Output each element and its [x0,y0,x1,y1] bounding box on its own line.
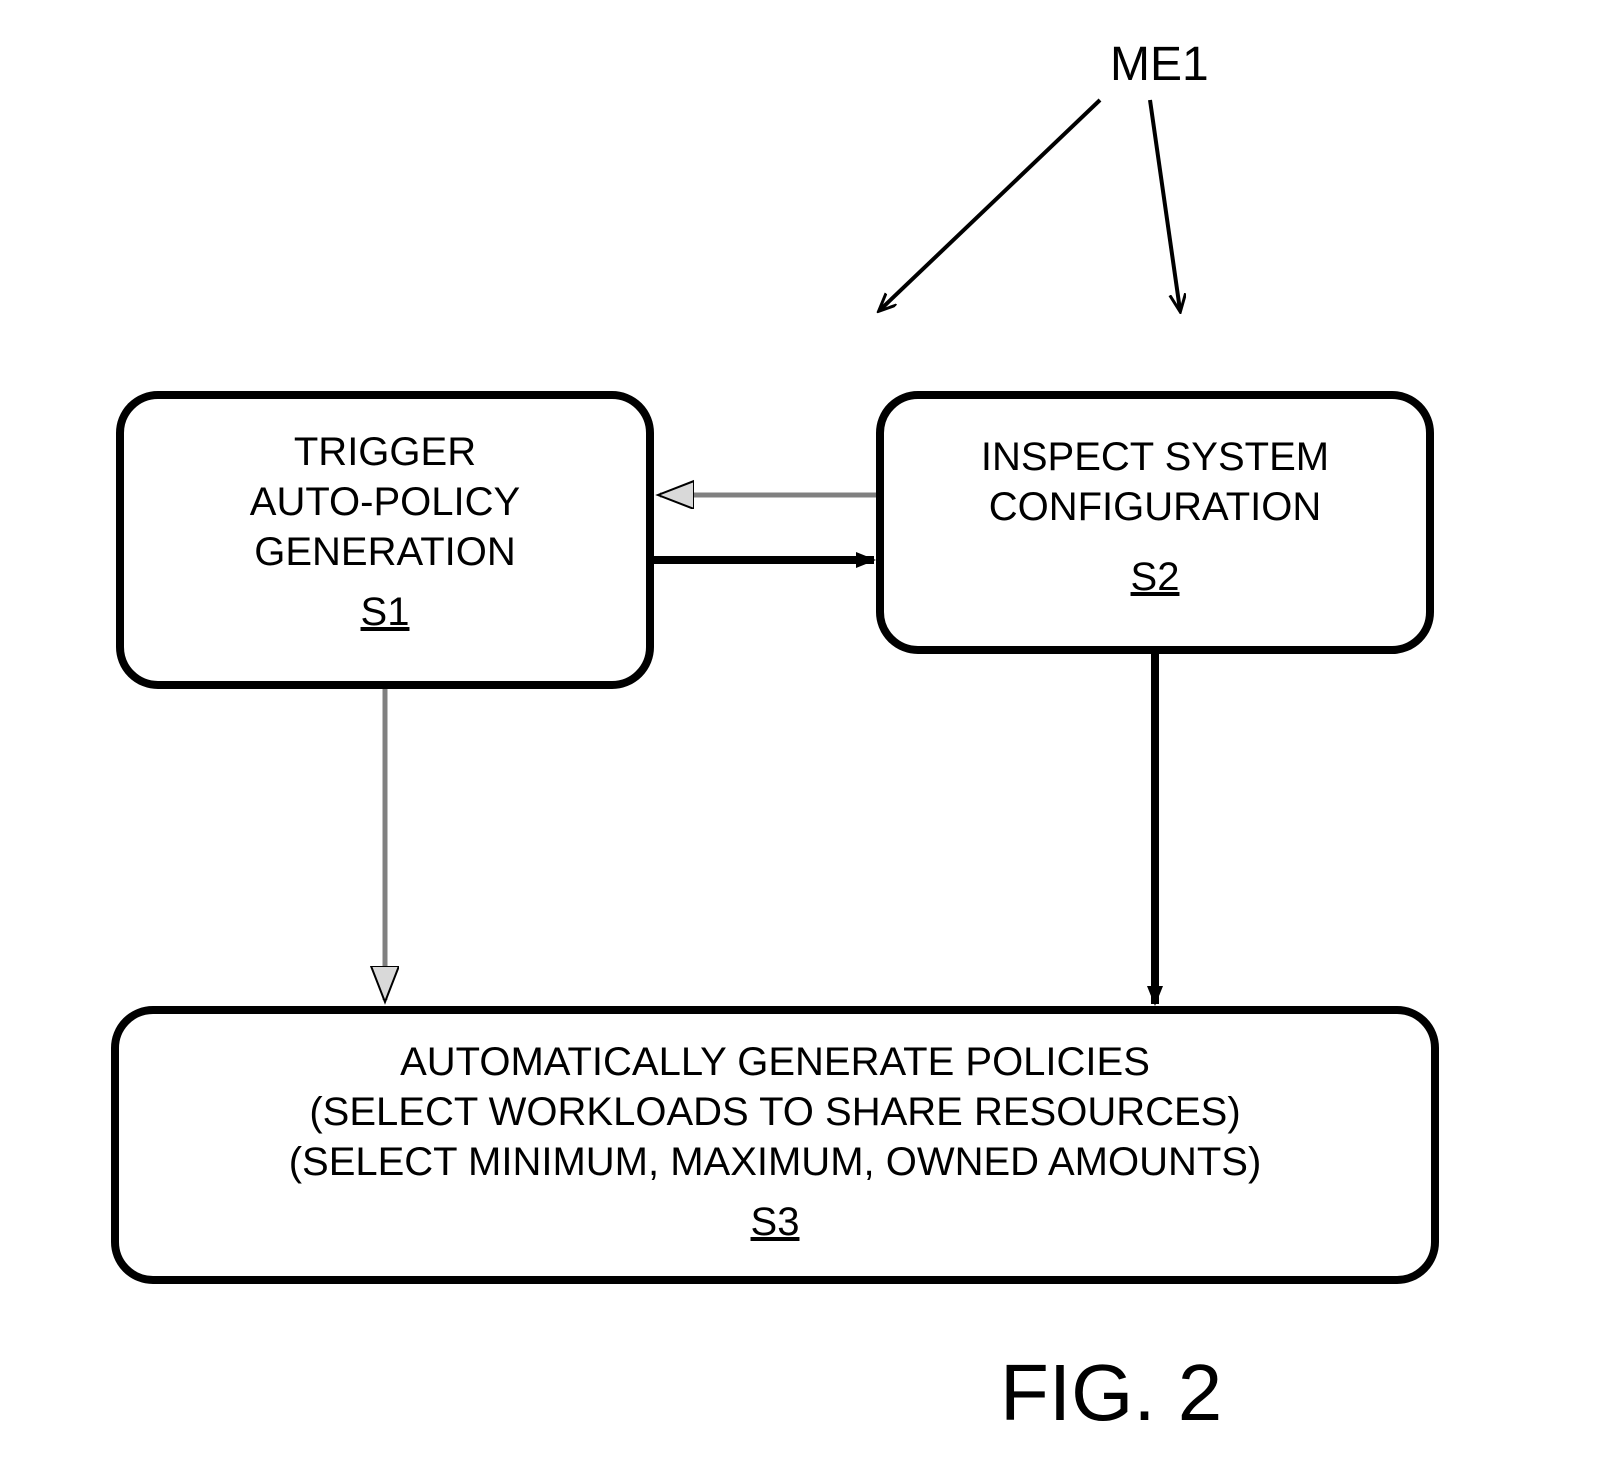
figure-label: FIG. 2 [1000,1348,1222,1437]
arrow-me1-left [880,100,1100,310]
box2-id: S2 [1131,555,1180,599]
box1-line1: TRIGGER [294,430,476,474]
box3-line2: (SELECT WORKLOADS TO SHARE RESOURCES) [309,1090,1240,1134]
label-me1: ME1 [1110,38,1209,91]
box3-line1: AUTOMATICALLY GENERATE POLICIES [400,1040,1150,1084]
box2-line1: INSPECT SYSTEM [981,435,1329,479]
arrow-me1-right [1150,100,1180,310]
diagram-canvas: ME1 TRIGGER AUTO-POLICY GENERATION S1 IN… [0,0,1610,1467]
box1-line2: AUTO-POLICY [250,480,520,524]
box2-line2: CONFIGURATION [989,485,1322,529]
box1-line3: GENERATION [254,530,516,574]
box3-id: S3 [751,1200,800,1244]
box1-id: S1 [361,590,410,634]
box3-line3: (SELECT MINIMUM, MAXIMUM, OWNED AMOUNTS) [289,1140,1262,1184]
